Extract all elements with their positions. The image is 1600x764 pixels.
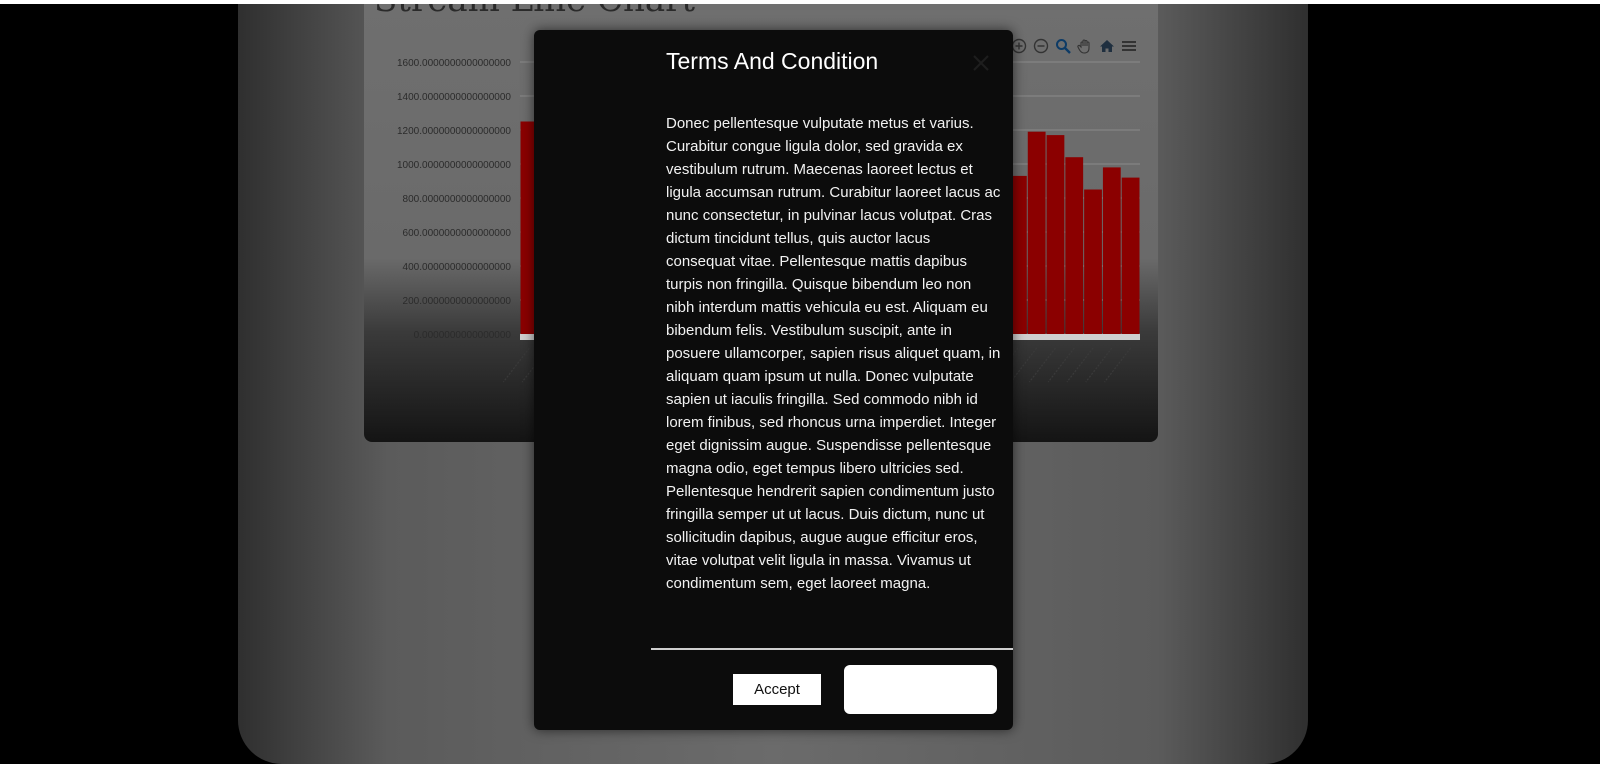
secondary-button[interactable] [844,665,997,714]
chart-bar [1046,135,1065,334]
y-tick-label: 400.0000000000000000 [403,262,512,273]
y-tick-label: 1600.0000000000000000 [397,58,511,69]
magnify-icon[interactable] [1054,37,1072,55]
chart-bar [1121,177,1140,334]
chart-toolbar [1010,37,1138,55]
modal-divider [651,648,1013,650]
chart-bar [1084,189,1102,334]
terms-modal: Terms And Condition Donec pellentesque v… [534,30,1013,730]
y-tick-label: 600.0000000000000000 [403,228,512,239]
y-tick-label: 200.0000000000000000 [403,296,512,307]
chart-bar [1027,131,1046,334]
y-tick-label: 1000.0000000000000000 [397,160,511,171]
y-tick-label: 1200.0000000000000000 [397,126,511,137]
modal-title: Terms And Condition [666,48,879,74]
modal-body-text: Donec pellentesque vulputate metus et va… [666,115,1001,592]
home-icon[interactable] [1098,37,1116,55]
y-tick-label: 800.0000000000000000 [403,194,512,205]
menu-icon[interactable] [1120,37,1138,55]
zoom-out-icon[interactable] [1032,37,1050,55]
close-icon[interactable] [970,52,992,74]
y-tick-label: 1400.0000000000000000 [397,92,511,103]
accept-button[interactable]: Accept [733,674,821,705]
pan-hand-icon[interactable] [1076,37,1094,55]
x-tick-mark [1104,347,1132,383]
y-tick-label: 0.0000000000000000 [414,330,512,341]
chart-bar [1065,157,1084,334]
chart-bar [1102,167,1121,334]
